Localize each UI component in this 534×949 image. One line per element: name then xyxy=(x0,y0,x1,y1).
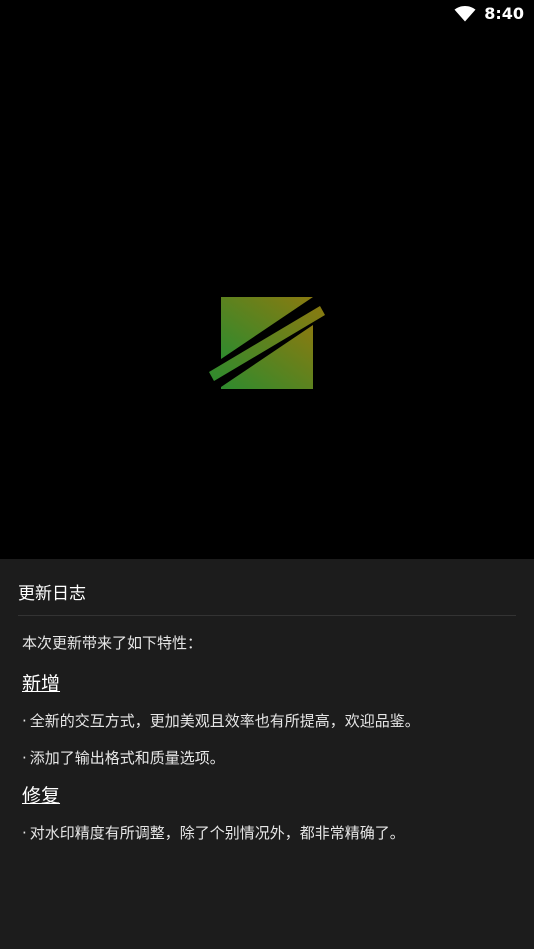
divider xyxy=(18,615,516,616)
section-fixed: 修复 · 对水印精度有所调整，除了个别情况外，都非常精确了。 xyxy=(22,783,516,845)
changelog-title: 更新日志 xyxy=(18,584,86,604)
section-heading-fixed: 修复 xyxy=(22,785,61,807)
status-right: 8:40 xyxy=(454,4,524,24)
status-bar: 8:40 xyxy=(0,0,534,28)
changelog-item: · 添加了输出格式和质量选项。 xyxy=(22,746,516,770)
changelog-intro: 本次更新带来了如下特性： xyxy=(22,634,203,652)
bullet: · xyxy=(22,749,27,767)
changelog-item-text: 对水印精度有所调整，除了个别情况外，都非常精确了。 xyxy=(29,824,405,842)
changelog-item: · 全新的交互方式，更加美观且效率也有所提高，欢迎品鉴。 xyxy=(22,709,516,733)
changelog-sheet: 更新日志 本次更新带来了如下特性： 新增 · 全新的交互方式，更加美观且效率也有所… xyxy=(0,559,534,949)
splash-area xyxy=(0,28,534,559)
bullet: · xyxy=(22,712,27,730)
changelog-item-text: 全新的交互方式，更加美观且效率也有所提高，欢迎品鉴。 xyxy=(29,712,420,730)
app-screen: 8:40 更新日志 本次更新带来了如下特性： 新增 · 全新的交互方式，更加美观… xyxy=(0,0,534,949)
changelog-content: 本次更新带来了如下特性： 新增 · 全新的交互方式，更加美观且效率也有所提高，欢迎… xyxy=(22,631,516,858)
section-added: 新增 · 全新的交互方式，更加美观且效率也有所提高，欢迎品鉴。 · 添加了输出格式和… xyxy=(22,671,516,770)
changelog-item-text: 添加了输出格式和质量选项。 xyxy=(29,749,225,767)
status-time: 8:40 xyxy=(484,4,524,23)
app-logo-icon xyxy=(209,297,325,389)
section-heading-added: 新增 xyxy=(22,673,61,695)
wifi-icon xyxy=(454,6,476,22)
bullet: · xyxy=(22,824,27,842)
changelog-item: · 对水印精度有所调整，除了个别情况外，都非常精确了。 xyxy=(22,821,516,845)
